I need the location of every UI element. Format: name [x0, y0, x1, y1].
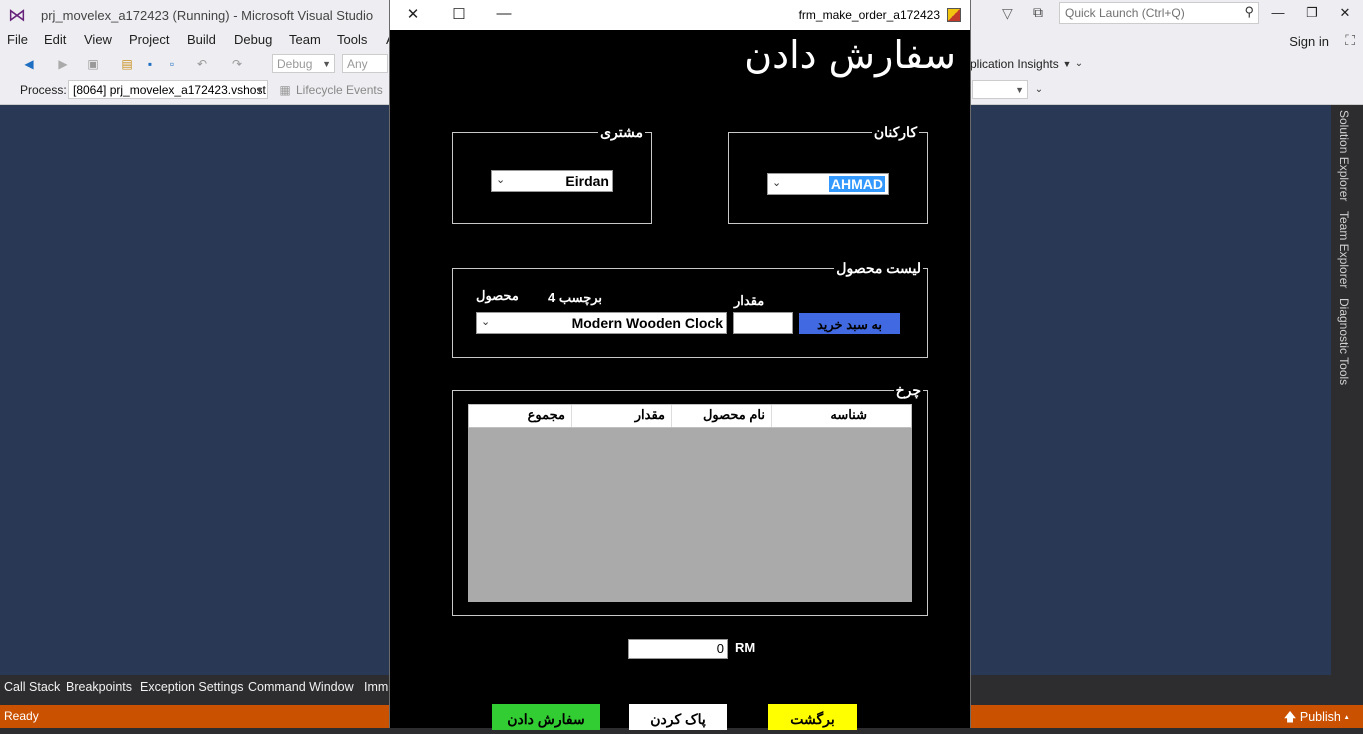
product-list-group-title: لیست محصول [834, 260, 923, 276]
search-icon: ⚲ [1244, 4, 1254, 19]
cart-data-grid[interactable]: شناسه نام محصول مقدار مجموع [468, 404, 912, 602]
new-project-icon[interactable]: ▣ [86, 57, 100, 71]
product-label: محصول [476, 288, 519, 303]
staff-selected-value: AHMAD [828, 176, 885, 192]
product-select[interactable]: ⌄ Modern Wooden Clock [476, 312, 727, 334]
feedback-icon[interactable]: ⧉ [1033, 4, 1043, 21]
process-value: [8064] prj_movelex_a172423.vshost [73, 83, 266, 97]
form-close-icon[interactable]: ✕ [403, 5, 423, 23]
solution-platform-select[interactable]: Any CPU [342, 54, 388, 73]
toolbar2-overflow-icon[interactable]: ⌄ [1032, 83, 1046, 97]
menu-file[interactable]: File [7, 32, 28, 47]
application-insights-button[interactable]: plication Insights [970, 57, 1059, 71]
close-icon[interactable]: ✕ [1335, 5, 1355, 21]
chevron-down-icon: ⌄ [772, 177, 782, 189]
total-amount-field[interactable]: 0 [628, 639, 728, 659]
form-title-bar: ✕ ☐ — frm_make_order_a172423 [390, 0, 970, 30]
staff-select[interactable]: ⌄ AHMAD [767, 173, 889, 195]
toolbar-overflow-icon[interactable]: ⌄ [1072, 57, 1086, 71]
make-order-form: ✕ ☐ — frm_make_order_a172423 سفارش دادن [389, 0, 971, 728]
quantity-input[interactable] [733, 312, 793, 334]
quick-launch-placeholder: Quick Launch (Ctrl+Q) [1065, 6, 1185, 20]
back-button[interactable]: برگشت [768, 704, 857, 730]
menu-build[interactable]: Build [187, 32, 216, 47]
quantity-label: مقدار [734, 293, 765, 308]
save-all-icon[interactable]: ▫ [165, 57, 179, 71]
breakpoints-tab[interactable]: Breakpoints [66, 680, 132, 694]
customer-group-title: مشتری [598, 124, 645, 140]
status-text: Ready [4, 709, 39, 723]
process-label: Process: [20, 83, 67, 97]
open-file-icon[interactable]: ▤ [120, 57, 134, 71]
chevron-down-icon: ⌄ [481, 316, 491, 328]
publish-arrow-icon: 🡅 [1283, 710, 1300, 724]
solution-configuration-select[interactable]: Debug ▼ [272, 54, 335, 73]
add-to-cart-button[interactable]: به سبد خرید [799, 313, 900, 334]
lifecycle-events-button[interactable]: Lifecycle Events [296, 83, 383, 97]
team-explorer-tab[interactable]: Team Explorer [1337, 211, 1351, 288]
navigate-back-icon[interactable]: ◀ [22, 57, 36, 71]
grid-col-id[interactable]: شناسه [771, 405, 873, 427]
form-minimize-icon[interactable]: — [494, 5, 514, 22]
product-selected-value: Modern Wooden Clock [571, 315, 723, 331]
restore-icon[interactable]: ❐ [1302, 5, 1322, 21]
staff-group-title: کارکنان [871, 124, 919, 140]
grid-col-quantity[interactable]: مقدار [571, 405, 671, 427]
form-maximize-icon[interactable]: ☐ [449, 5, 469, 23]
grid-col-product-name[interactable]: نام محصول [671, 405, 771, 427]
immediate-window-tab[interactable]: Imm [364, 680, 388, 694]
menu-edit[interactable]: Edit [44, 32, 66, 47]
command-window-tab[interactable]: Command Window [248, 680, 354, 694]
minimize-icon[interactable]: — [1268, 5, 1288, 20]
quick-launch-input[interactable]: Quick Launch (Ctrl+Q) ⚲ [1059, 2, 1259, 24]
redo-icon[interactable]: ↷ [230, 57, 244, 71]
staff-group: کارکنان ⌄ AHMAD [728, 124, 928, 224]
lifecycle-events-icon: ▦ [279, 83, 291, 97]
vs-window-title: prj_movelex_a172423 (Running) - Microsof… [41, 8, 374, 23]
cart-group-title: چرخ [893, 382, 923, 398]
navigate-forward-icon[interactable]: ▶ [56, 57, 70, 71]
solution-platform-value: Any CPU [347, 57, 368, 71]
grid-col-total[interactable]: مجموع [471, 405, 571, 427]
tag-label: برچسب 4 [548, 290, 603, 305]
menu-tools[interactable]: Tools [337, 32, 367, 47]
form-app-icon [947, 8, 961, 22]
menu-team[interactable]: Team [289, 32, 321, 47]
visual-studio-logo-icon: ⋈ [8, 5, 26, 25]
customer-group: مشتری ⌄ Eirdan [452, 124, 652, 224]
menu-debug[interactable]: Debug [234, 32, 272, 47]
notifications-flag-icon[interactable]: ▽ [1002, 5, 1013, 22]
diagnostic-tools-tab[interactable]: Diagnostic Tools [1337, 298, 1351, 385]
clear-button[interactable]: پاک کردن [629, 704, 727, 730]
chevron-down-icon: ⌄ [496, 174, 506, 186]
publish-button[interactable]: 🡅 Publish ▴ [1284, 708, 1349, 729]
menu-project[interactable]: Project [129, 32, 169, 47]
place-order-button[interactable]: سفارش دادن [492, 704, 600, 730]
customer-select[interactable]: ⌄ Eirdan [491, 170, 613, 192]
save-icon[interactable]: ▪ [143, 57, 157, 71]
menu-view[interactable]: View [84, 32, 112, 47]
grid-header-row: شناسه نام محصول مقدار مجموع [468, 404, 912, 428]
solution-configuration-value: Debug [277, 57, 313, 71]
undo-icon[interactable]: ↶ [195, 57, 209, 71]
publish-label: Publish [1299, 710, 1341, 724]
stack-frame-select[interactable]: ▼ [972, 80, 1028, 99]
call-stack-tab[interactable]: Call Stack [4, 680, 60, 694]
solution-explorer-tab[interactable]: Solution Explorer [1337, 110, 1351, 201]
customer-selected-value: Eirdan [565, 173, 609, 189]
process-select[interactable]: [8064] prj_movelex_a172423.vshost ▼ [68, 80, 268, 99]
sign-in-link[interactable]: Sign in [1289, 34, 1329, 49]
currency-label: RM [735, 640, 756, 655]
user-icon[interactable]: ⛶ [1345, 32, 1355, 49]
form-caption: frm_make_order_a172423 [798, 8, 940, 22]
exception-settings-tab[interactable]: Exception Settings [140, 680, 244, 694]
page-title: سفارش دادن [744, 33, 956, 77]
